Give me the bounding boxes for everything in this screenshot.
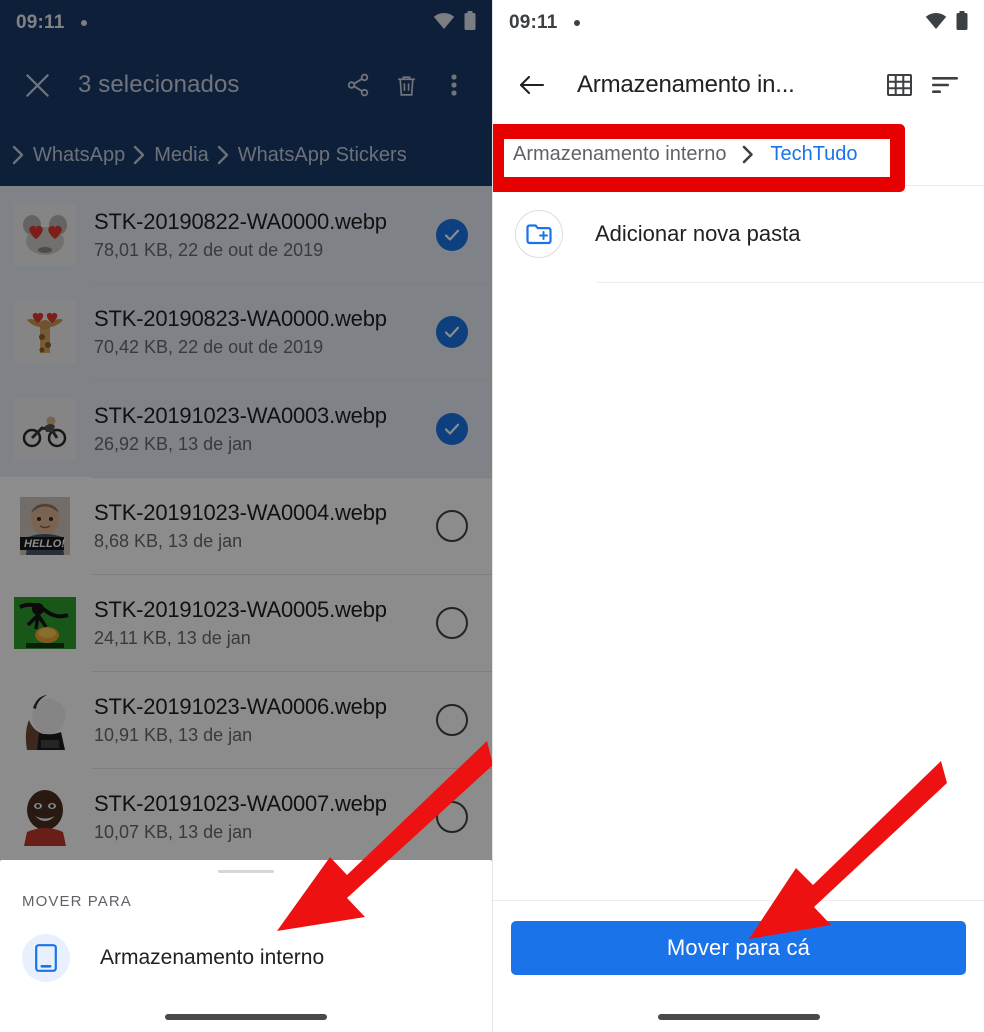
checkbox-unchecked-icon[interactable] [436,509,468,542]
table-row[interactable]: HELLO! STK-20191023-WA0004.webp 8,68 KB,… [0,477,492,574]
breadcrumb-item-root[interactable]: Armazenamento interno [513,143,726,166]
file-name: STK-20190822-WA0000.webp [94,208,387,234]
svg-text:HELLO!: HELLO! [24,538,65,550]
home-indicator [165,1014,327,1020]
checkbox-checked-icon[interactable] [436,412,468,445]
mouse-hearts-sticker [14,203,76,266]
battery-icon [464,11,476,35]
breadcrumb-item-whatsapp-stickers[interactable]: WhatsApp Stickers [232,144,413,167]
checkbox-unchecked-icon[interactable] [436,703,468,736]
checkbox-checked-icon[interactable] [436,218,468,251]
sheet-section-label: MOVER PARA [22,893,132,910]
file-name: STK-20190823-WA0000.webp [94,305,387,331]
file-meta: 24,11 KB, 13 de jan [94,627,251,648]
checkbox-unchecked-icon[interactable] [436,800,468,833]
status-bar-icons [433,11,476,35]
move-here-button[interactable]: Mover para cá [511,921,966,975]
breadcrumb-item-media[interactable]: Media [148,144,214,167]
file-row-texts: STK-20191023-WA0006.webp 10,91 KB, 13 de… [94,694,436,746]
sort-icon[interactable] [922,62,968,108]
file-name: STK-20191023-WA0005.webp [94,596,387,622]
file-row-texts: STK-20191023-WA0005.webp 24,11 KB, 13 de… [94,597,436,649]
file-row-texts: STK-20191023-WA0003.webp 26,92 KB, 13 de… [94,403,436,455]
file-name: STK-20191023-WA0004.webp [94,499,387,525]
chevron-right-icon [742,145,754,164]
file-row-texts: STK-20190822-WA0000.webp 78,01 KB, 22 de… [94,209,436,261]
green-meme-sticker [14,592,76,654]
notification-dot-icon [80,20,87,26]
wifi-icon [433,12,455,34]
file-meta: 10,07 KB, 13 de jan [94,821,253,842]
chevron-right-icon [131,145,148,165]
breadcrumb-item-whatsapp[interactable]: WhatsApp [27,144,131,167]
chevron-right-icon [215,145,232,165]
battery-icon [956,11,968,35]
destination-label: Armazenamento interno [100,946,325,969]
smiling-man-sticker [14,786,76,848]
file-meta: 26,92 KB, 13 de jan [94,433,253,454]
notification-dot-icon [573,20,580,26]
grid-view-icon[interactable] [876,62,922,108]
status-bar-clock: 09:11 [16,12,65,33]
table-row[interactable]: STK-20191023-WA0007.webp 10,07 KB, 13 de… [0,768,492,865]
right-phone-screen: 09:11 Armazenamento in... Armazenamento … [492,0,984,1032]
share-icon[interactable] [334,61,382,109]
table-row[interactable]: STK-20190823-WA0000.webp 70,42 KB, 22 de… [0,283,492,380]
file-name: STK-20191023-WA0003.webp [94,402,387,428]
right-bottom-bar: Mover para cá [493,900,984,1032]
file-name: STK-20191023-WA0006.webp [94,693,387,719]
phone-storage-icon [22,934,70,982]
checkbox-checked-icon[interactable] [436,315,468,348]
left-selection-toolbar: 3 selecionados [0,46,492,124]
create-new-folder-icon [515,210,563,258]
checkbox-unchecked-icon[interactable] [436,606,468,639]
table-row[interactable]: STK-20190822-WA0000.webp 78,01 KB, 22 de… [0,186,492,283]
selection-count-label: 3 selecionados [78,71,240,98]
left-phone-screen: 09:11 3 selecionados WhatsApp Media What… [0,0,492,1032]
right-toolbar: Armazenamento in... [493,46,984,124]
file-meta: 78,01 KB, 22 de out de 2019 [94,239,324,260]
dual-screenshot-container: 09:11 3 selecionados WhatsApp Media What… [0,0,984,1032]
right-breadcrumb: Armazenamento interno TechTudo [493,124,984,186]
table-row[interactable]: STK-20191023-WA0006.webp 10,91 KB, 13 de… [0,671,492,768]
left-status-bar: 09:11 [0,0,492,46]
file-name: STK-20191023-WA0007.webp [94,790,387,816]
file-meta: 70,42 KB, 22 de out de 2019 [94,336,324,357]
home-indicator [657,1014,820,1020]
giraffe-hearts-sticker [14,300,76,363]
status-bar-icons [925,11,968,35]
right-status-bar: 09:11 [493,0,984,46]
sheet-drag-handle[interactable] [218,870,274,873]
hello-man-sticker: HELLO! [14,495,76,557]
page-title: Armazenamento in... [577,71,795,98]
destination-internal-storage[interactable]: Armazenamento interno [0,934,492,982]
file-row-texts: STK-20190823-WA0000.webp 70,42 KB, 22 de… [94,306,436,358]
add-new-folder-item[interactable]: Adicionar nova pasta [493,186,984,282]
motorcycle-sticker [14,397,76,460]
file-row-texts: STK-20191023-WA0004.webp 8,68 KB, 13 de … [94,500,436,552]
white-hood-sticker [14,689,76,751]
file-row-texts: STK-20191023-WA0007.webp 10,07 KB, 13 de… [94,791,436,843]
close-icon[interactable] [14,62,60,108]
chevron-right-icon [10,145,27,165]
table-row[interactable]: STK-20191023-WA0003.webp 26,92 KB, 13 de… [0,380,492,477]
file-meta: 10,91 KB, 13 de jan [94,724,253,745]
trash-icon[interactable] [382,61,430,109]
add-new-folder-label: Adicionar nova pasta [595,221,801,246]
status-bar-clock: 09:11 [509,12,558,33]
more-vertical-icon[interactable] [430,61,478,109]
wifi-icon [925,12,947,34]
arrow-left-icon[interactable] [509,63,553,107]
list-divider [597,282,984,283]
file-meta: 8,68 KB, 13 de jan [94,530,243,551]
breadcrumb-item-current[interactable]: TechTudo [770,143,857,166]
move-to-bottom-sheet: MOVER PARA Armazenamento interno [0,860,492,1032]
left-breadcrumb: WhatsApp Media WhatsApp Stickers [0,124,492,186]
table-row[interactable]: STK-20191023-WA0005.webp 24,11 KB, 13 de… [0,574,492,671]
